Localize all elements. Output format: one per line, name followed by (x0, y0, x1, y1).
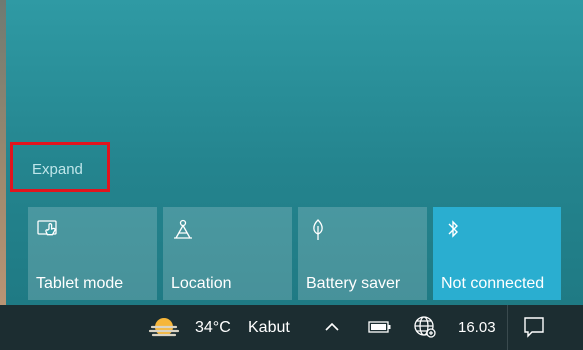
tile-label: Location (171, 275, 232, 292)
expand-link[interactable]: Expand (32, 161, 83, 178)
network-globe-icon[interactable] (413, 315, 437, 339)
clock-time[interactable]: 16.03 (458, 319, 496, 336)
tile-tablet-mode[interactable]: Tablet mode (28, 207, 157, 300)
tile-bluetooth[interactable]: Not connected (433, 207, 561, 300)
taskbar: 34°C Kabut 16.03 (0, 305, 583, 350)
tile-label: Tablet mode (36, 275, 124, 292)
quick-actions: Tablet mode Location Battery saver Not c… (28, 207, 561, 300)
notification-icon[interactable] (522, 315, 546, 339)
battery-icon[interactable] (368, 319, 392, 335)
taskbar-divider (507, 305, 508, 350)
weather-haze-icon[interactable] (148, 315, 180, 341)
tablet-mode-icon (37, 220, 57, 236)
tile-label: Battery saver (306, 275, 401, 292)
tile-label: Not connected (441, 275, 545, 292)
weather-condition-text[interactable]: Kabut (248, 319, 290, 337)
bluetooth-icon (448, 220, 458, 238)
temperature-text[interactable]: 34°C (195, 319, 231, 337)
chevron-up-icon[interactable] (322, 317, 342, 337)
location-icon (174, 219, 192, 239)
tile-location[interactable]: Location (163, 207, 292, 300)
tile-battery-saver[interactable]: Battery saver (298, 207, 427, 300)
battery-saver-icon (313, 219, 323, 240)
